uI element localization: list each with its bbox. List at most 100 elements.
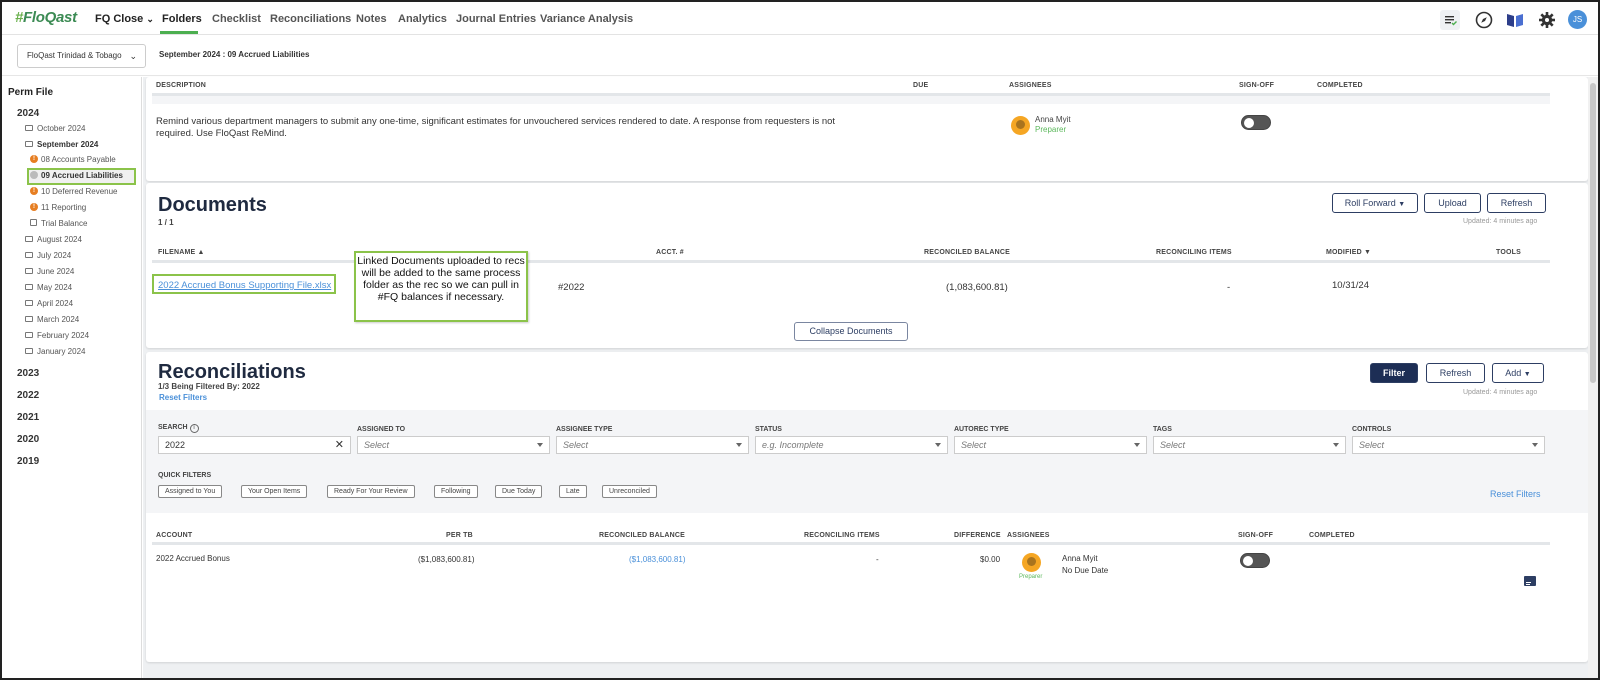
nav-notes[interactable]: Notes [356, 13, 387, 25]
sidebar-month[interactable]: January 2024 [25, 347, 85, 356]
scrollbar[interactable] [1588, 77, 1598, 678]
compass-icon[interactable] [1474, 10, 1494, 30]
tags-select[interactable]: Select [1153, 436, 1346, 454]
sidebar-month[interactable]: March 2024 [25, 315, 79, 324]
col-assignees: ASSIGNEES [1009, 82, 1052, 89]
reconciliations-card: Reconciliations 1/3 Being Filtered By: 2… [146, 352, 1588, 662]
sidebar-month[interactable]: May 2024 [25, 283, 72, 292]
col-assignees: ASSIGNEES [1007, 532, 1050, 539]
sidebar-month[interactable]: October 2024 [25, 124, 85, 133]
status-select[interactable]: e.g. Incomplete [755, 436, 948, 454]
rec-per-tb: ($1,083,600.81) [418, 555, 475, 564]
sidebar-year[interactable]: 2021 [17, 412, 39, 423]
sidebar-month[interactable]: February 2024 [25, 331, 89, 340]
quick-filter-chip[interactable]: Your Open Items [241, 485, 308, 498]
document-icon [30, 219, 37, 227]
sidebar-folder[interactable]: ! 10 Deferred Revenue [30, 186, 118, 196]
floqast-logo[interactable]: #FloQast [15, 9, 77, 26]
quick-filter-chip[interactable]: Late [559, 485, 587, 498]
controls-select[interactable]: Select [1352, 436, 1545, 454]
search-input[interactable]: 2022 ✕ [158, 436, 351, 454]
assignee-avatar[interactable] [1011, 116, 1030, 135]
signoff-toggle[interactable] [1241, 115, 1271, 130]
book-icon[interactable] [1505, 10, 1525, 30]
col-due: DUE [913, 82, 929, 89]
filter-status: 1/3 Being Filtered By: 2022 [158, 382, 260, 391]
nav-journal-entries[interactable]: Journal Entries [456, 13, 536, 25]
fq-close-menu[interactable]: FQ Close ⌄ [95, 13, 154, 25]
sort-down-icon: ▼ [1363, 249, 1372, 256]
sidebar-month[interactable]: April 2024 [25, 299, 73, 308]
sidebar-perm-file[interactable]: Perm File [8, 87, 53, 98]
quick-filter-chip[interactable]: Unreconciled [602, 485, 657, 498]
nav-analytics[interactable]: Analytics [398, 13, 447, 25]
assignee-type-label: ASSIGNEE TYPE [556, 426, 613, 433]
nav-checklist[interactable]: Checklist [212, 13, 261, 25]
nav-variance-analysis[interactable]: Variance Analysis [540, 13, 633, 25]
sidebar-year[interactable]: 2022 [17, 390, 39, 401]
sidebar-month[interactable]: August 2024 [25, 235, 82, 244]
nav-folders[interactable]: Folders [162, 13, 202, 25]
roll-forward-button[interactable]: Roll Forward ▼ [1332, 193, 1418, 213]
documents-refresh-button[interactable]: Refresh [1487, 193, 1546, 213]
col-description: DESCRIPTION [156, 82, 207, 89]
reset-filters-right-link[interactable]: Reset Filters [1490, 489, 1541, 499]
rec-account[interactable]: 2022 Accrued Bonus [156, 554, 230, 563]
sidebar-month-selected[interactable]: September 2024 [25, 140, 98, 149]
scrollbar-thumb[interactable] [1590, 83, 1596, 383]
row-spacer [152, 96, 1550, 104]
autorec-type-select[interactable]: Select [954, 436, 1147, 454]
collapse-documents-button[interactable]: Collapse Documents [794, 322, 908, 341]
user-avatar[interactable]: JS [1568, 10, 1587, 29]
gear-icon[interactable] [1537, 10, 1557, 30]
caret-down-icon: ▼ [1398, 201, 1406, 208]
rec-balance-link[interactable]: ($1,083,600.81) [629, 555, 686, 564]
upload-button[interactable]: Upload [1424, 193, 1481, 213]
chevron-down-icon: ⌄ [146, 14, 154, 24]
nav-reconciliations[interactable]: Reconciliations [270, 13, 351, 25]
sidebar-year[interactable]: 2020 [17, 434, 39, 445]
col-signoff: SIGN-OFF [1238, 532, 1274, 539]
entity-selector[interactable]: FloQast Trinidad & Tobago ⌄ [17, 44, 146, 68]
reset-filters-link[interactable]: Reset Filters [159, 393, 207, 402]
document-modified: 10/31/24 [1332, 280, 1369, 291]
task-list-icon[interactable] [1440, 10, 1460, 30]
col-modified[interactable]: MODIFIED ▼ [1326, 249, 1371, 256]
sidebar-folder[interactable]: ! 08 Accounts Payable [30, 154, 116, 164]
quick-filter-chip[interactable]: Ready For Your Review [327, 485, 415, 498]
warning-icon: ! [30, 202, 38, 211]
sidebar-year[interactable]: 2019 [17, 456, 39, 467]
col-completed: COMPLETED [1317, 82, 1363, 89]
sidebar-folder-selected[interactable]: 09 Accrued Liabilities [30, 170, 123, 180]
sidebar-folder[interactable]: Trial Balance [30, 219, 87, 228]
col-completed: COMPLETED [1309, 532, 1355, 539]
assignee-type-select[interactable]: Select [556, 436, 749, 454]
col-reconciled-balance: RECONCILED BALANCE [924, 249, 1011, 256]
rec-signoff-toggle[interactable] [1240, 553, 1270, 568]
sidebar-year[interactable]: 2023 [17, 368, 39, 379]
assigned-to-select[interactable]: Select [357, 436, 550, 454]
folder-icon [25, 124, 33, 131]
sidebar-month[interactable]: June 2024 [25, 267, 74, 276]
sidebar-month[interactable]: July 2024 [25, 251, 71, 260]
status-label: STATUS [755, 426, 782, 433]
documents-title: Documents [158, 194, 267, 216]
active-tab-indicator [160, 31, 198, 34]
note-icon[interactable] [1524, 576, 1536, 586]
quick-filter-chip[interactable]: Assigned to You [158, 485, 223, 498]
col-filename[interactable]: FILENAME ▲ [158, 249, 205, 256]
filter-button[interactable]: Filter [1370, 363, 1418, 383]
col-per-tb: PER TB [446, 532, 473, 539]
folder-icon [25, 283, 33, 290]
reconciliations-refresh-button[interactable]: Refresh [1426, 363, 1485, 383]
chevron-down-icon: ⌄ [129, 51, 137, 61]
quick-filter-chip[interactable]: Following [434, 485, 478, 498]
sidebar-year-2024[interactable]: 2024 [17, 108, 39, 119]
assignee-avatar[interactable] [1022, 553, 1041, 572]
add-button[interactable]: Add ▼ [1492, 363, 1544, 383]
top-nav: #FloQast FQ Close ⌄ Folders Checklist Re… [2, 2, 1598, 35]
folder-icon [25, 267, 33, 274]
quick-filter-chip[interactable]: Due Today [495, 485, 543, 498]
clear-icon[interactable]: ✕ [335, 437, 344, 453]
sidebar-folder[interactable]: ! 11 Reporting [30, 202, 86, 212]
